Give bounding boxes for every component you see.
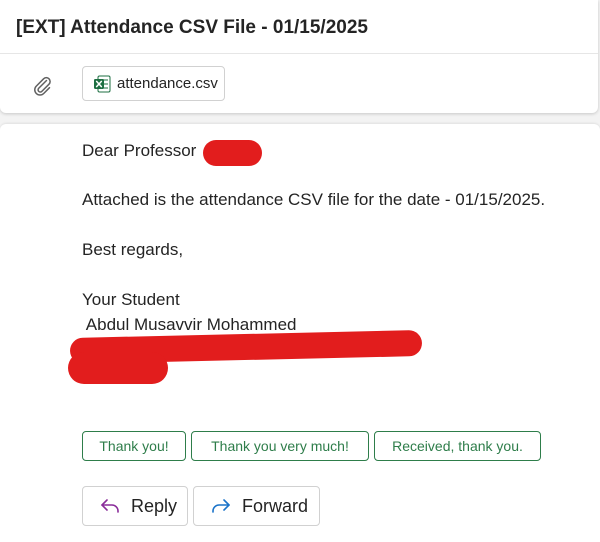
excel-csv-icon (94, 75, 111, 92)
body-paragraph: Attached is the attendance CSV file for … (82, 190, 546, 209)
reply-label: Reply (131, 495, 178, 516)
quick-reply-received[interactable]: Received, thank you. (374, 431, 541, 461)
message-subject: [EXT] Attendance CSV File - 01/15/2025 (16, 17, 368, 38)
paperclip-icon (34, 76, 51, 96)
redaction-mark (68, 352, 168, 384)
redaction-mark (203, 140, 262, 166)
greeting-text: Dear Professor (82, 141, 197, 160)
reply-button[interactable]: Reply (82, 486, 188, 526)
forward-icon (212, 499, 230, 513)
reply-icon (101, 499, 119, 513)
header-divider (0, 53, 598, 54)
closing-text: Best regards, (82, 240, 184, 259)
forward-button[interactable]: Forward (193, 486, 320, 526)
forward-label: Forward (242, 495, 309, 516)
quick-reply-thank-you[interactable]: Thank you! (82, 431, 186, 461)
signature-line-2: Abdul Musavvir Mohammed (82, 315, 297, 334)
attachment-file-name: attendance.csv (117, 75, 218, 92)
attachment-chip[interactable]: attendance.csv (82, 66, 225, 101)
signature-line-1: Your Student (82, 290, 180, 309)
message-header: [EXT] Attendance CSV File - 01/15/2025 a… (0, 0, 598, 113)
quick-reply-thank-you-very-much[interactable]: Thank you very much! (191, 431, 369, 461)
